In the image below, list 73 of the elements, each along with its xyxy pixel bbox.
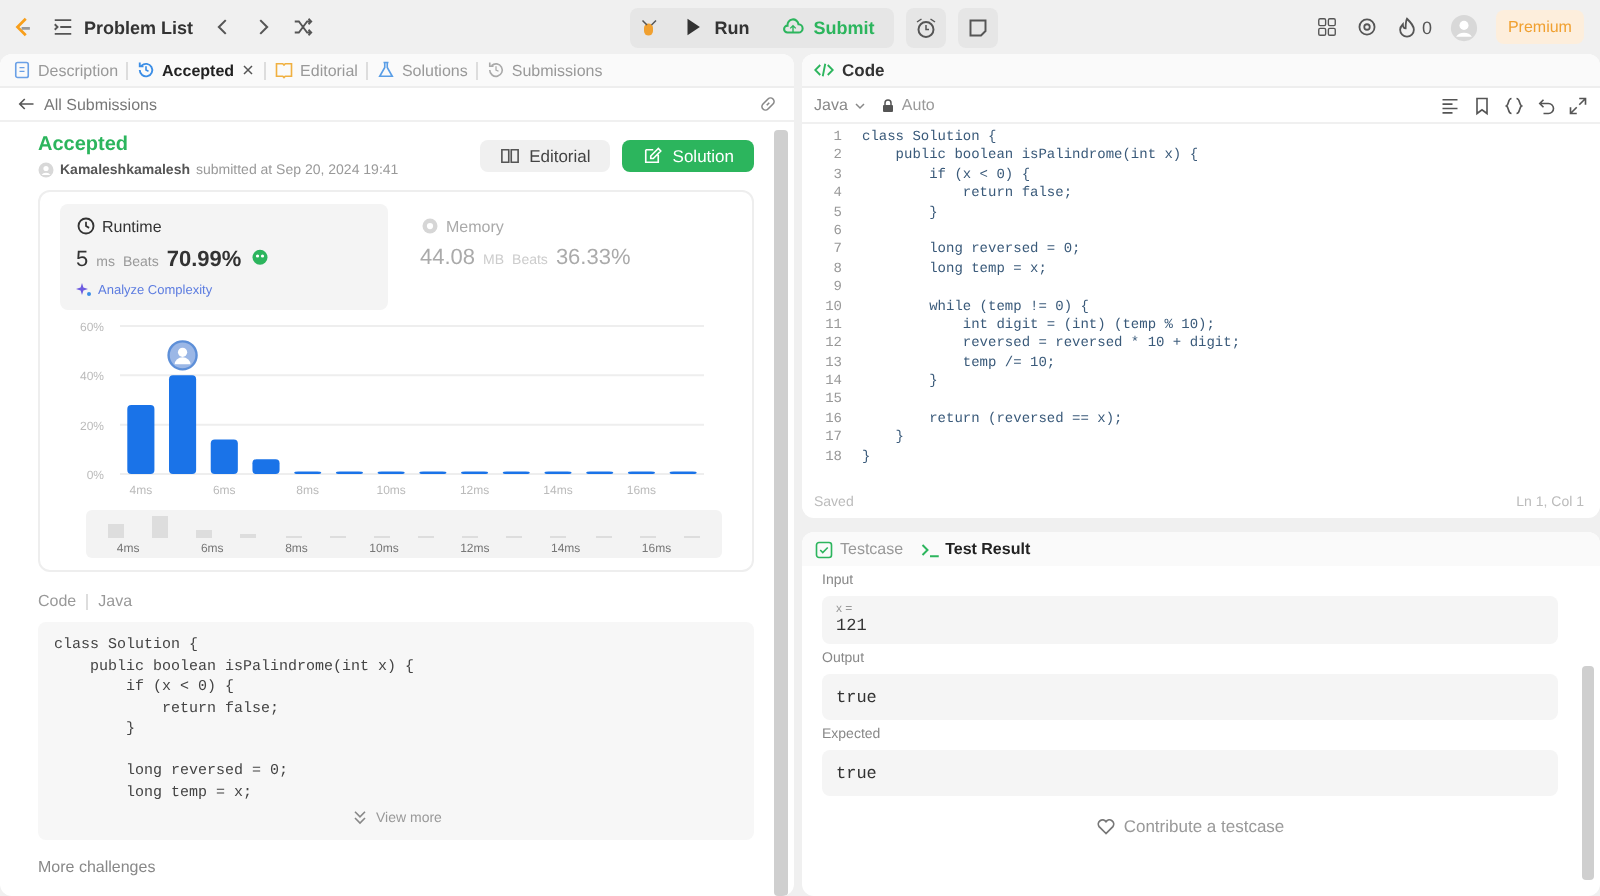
bar[interactable] (252, 459, 280, 474)
solution-button[interactable]: Solution (622, 140, 754, 172)
history-icon (136, 60, 157, 80)
format-icon[interactable] (1440, 95, 1460, 115)
sparkle-icon (76, 282, 92, 298)
problem-list-button[interactable]: Problem List (52, 16, 194, 38)
language-dropdown[interactable]: Java (814, 96, 868, 114)
link-icon[interactable] (758, 94, 778, 114)
stat-value: 44.08 (420, 246, 476, 270)
grid-icon[interactable] (1315, 16, 1338, 38)
tab[interactable]: Testcase (814, 539, 904, 559)
premium-button[interactable]: Premium (1495, 10, 1584, 44)
undo-icon[interactable] (1536, 95, 1556, 115)
document-icon (12, 60, 32, 80)
cloud-upload-icon (781, 16, 804, 38)
bar[interactable] (210, 439, 238, 474)
beats-percent: 36.33% (555, 246, 631, 270)
list-icon (52, 16, 74, 38)
double-chevron-icon (350, 808, 371, 828)
tab[interactable]: Description (12, 54, 119, 86)
lock-icon (879, 97, 896, 113)
flame-icon (1395, 16, 1418, 38)
clock-icon (76, 216, 96, 236)
editorial-button[interactable]: Editorial (479, 140, 611, 172)
close-icon[interactable] (240, 62, 257, 78)
book-icon (499, 146, 520, 166)
panel-title: Code (842, 60, 885, 80)
code-icon (814, 60, 834, 80)
language-label: Java (98, 592, 133, 610)
book-icon (274, 60, 295, 80)
badge-icon (249, 246, 270, 266)
history-icon (485, 60, 506, 80)
stat-value: 5 (76, 248, 89, 272)
edit-icon (642, 146, 663, 166)
logo-icon[interactable] (12, 16, 34, 38)
terminal-icon (919, 539, 940, 559)
back-link[interactable]: All Submissions (16, 94, 157, 114)
submit-button[interactable]: Submit (769, 9, 887, 45)
tab[interactable]: Submissions (485, 54, 603, 86)
shuffle-icon[interactable] (291, 16, 314, 38)
stat-label: Memory (446, 217, 504, 235)
heart-icon (1095, 816, 1116, 836)
expand-icon[interactable] (1568, 95, 1588, 115)
streak-counter[interactable]: 0 (1395, 16, 1432, 38)
arrow-left-icon (16, 94, 36, 114)
play-icon (682, 16, 705, 38)
code-label: Code (38, 592, 77, 610)
bookmark-icon[interactable] (1472, 95, 1492, 115)
chevron-down-icon (851, 97, 868, 113)
user-marker-icon (167, 340, 198, 371)
note-icon[interactable] (958, 7, 999, 47)
beats-percent: 70.99% (166, 248, 242, 272)
tab[interactable]: Accepted (136, 54, 257, 86)
tab[interactable]: Solutions (375, 54, 468, 86)
tab[interactable]: Editorial (274, 54, 358, 86)
settings-icon[interactable] (1355, 16, 1378, 38)
output-value: true (836, 687, 879, 707)
bar[interactable] (169, 375, 197, 474)
braces-icon[interactable] (1504, 95, 1524, 115)
expected-value: true (836, 763, 879, 783)
stat-label: Runtime (102, 217, 162, 235)
section-heading: More challenges (38, 858, 158, 876)
auto-mode-label: Auto (879, 96, 935, 114)
input-value: 121 (836, 616, 869, 636)
alarm-clock-icon[interactable] (906, 7, 947, 47)
avatar-icon (38, 162, 54, 178)
contribute-testcase-button[interactable]: Contribute a testcase (1095, 816, 1285, 836)
checkbox-icon (814, 539, 834, 559)
tab[interactable]: Test Result (919, 539, 1031, 559)
flask-icon (375, 60, 396, 80)
submission-status: Accepted (38, 134, 131, 156)
run-button[interactable]: Run (670, 9, 762, 45)
bar[interactable] (127, 404, 155, 474)
